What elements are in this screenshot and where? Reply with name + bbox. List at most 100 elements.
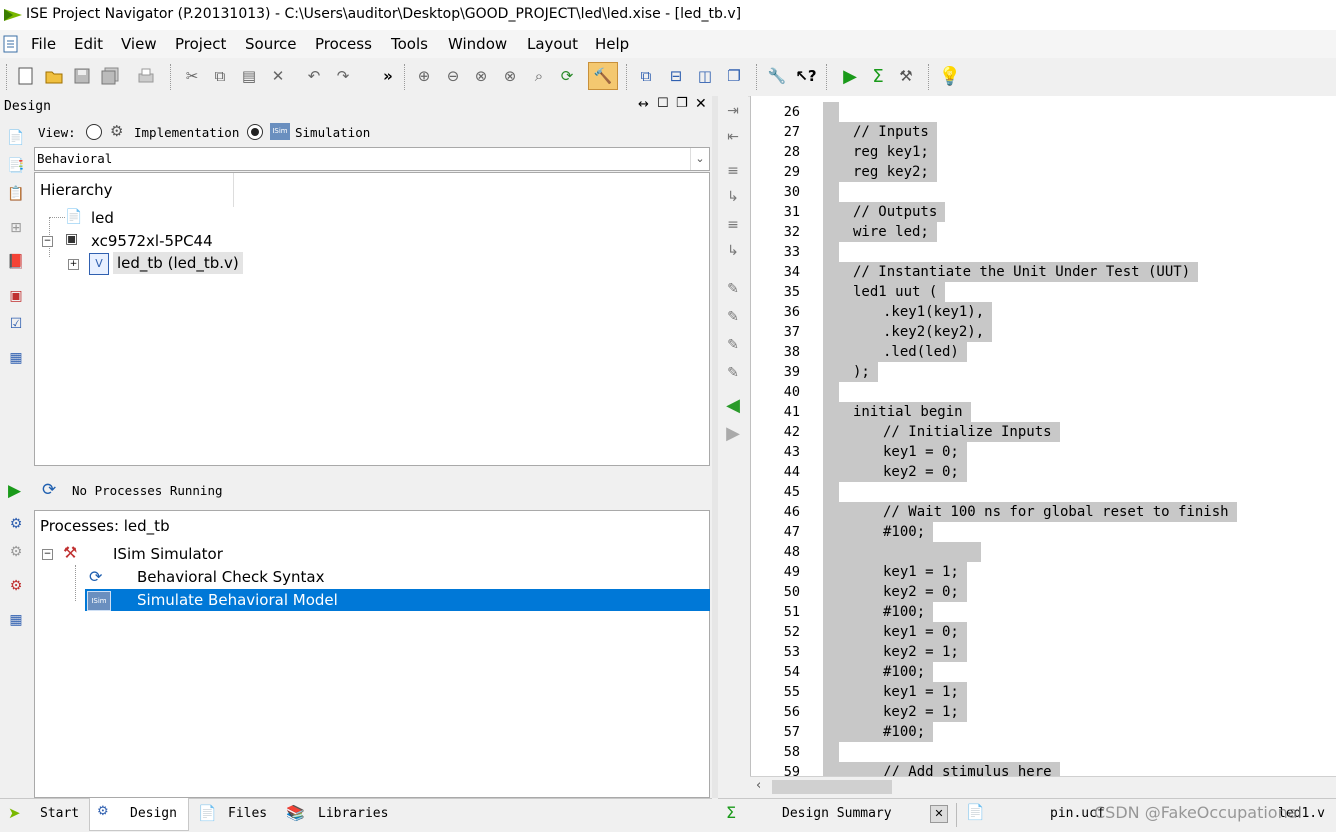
code-line[interactable]: .key2(key2), xyxy=(823,322,993,342)
scroll-left-icon[interactable]: ‹ xyxy=(756,778,761,793)
close-icon[interactable]: ✕ xyxy=(695,96,707,112)
menu-view[interactable]: View xyxy=(121,35,157,53)
float-window-icon[interactable]: ❐ xyxy=(724,66,744,86)
code-line[interactable]: key1 = 1; xyxy=(823,682,967,702)
process-panel-icon[interactable]: ▦ xyxy=(6,610,26,630)
save-icon[interactable] xyxy=(72,66,92,86)
tab-files[interactable]: 📄 Files xyxy=(192,799,278,831)
comment-icon[interactable]: ≡ xyxy=(722,160,744,182)
view-mode-select[interactable]: Behavioral ⌄ xyxy=(34,147,710,171)
maximize-icon[interactable]: ☐ xyxy=(657,96,669,111)
code-line[interactable]: wire led; xyxy=(823,222,937,242)
sigma-icon[interactable]: Σ xyxy=(868,66,888,87)
document-menu-icon[interactable] xyxy=(3,35,19,53)
menu-process[interactable]: Process xyxy=(315,35,372,53)
bookmark-prev-icon[interactable]: ✎ xyxy=(722,334,744,356)
run-process-icon[interactable]: ▶ xyxy=(8,481,21,501)
print-icon[interactable] xyxy=(136,66,156,86)
indent-icon[interactable]: ⇥ xyxy=(722,100,744,122)
horizontal-scrollbar[interactable]: ‹ xyxy=(750,776,1336,797)
comment-block-icon[interactable]: ≡ xyxy=(722,214,744,236)
overflow-icon[interactable]: » xyxy=(378,66,398,86)
undo-icon[interactable]: ↶ xyxy=(304,66,324,86)
zoom-select-icon[interactable]: ⌕ xyxy=(529,66,549,86)
code-line[interactable]: key2 = 0; xyxy=(823,462,967,482)
process-check-syntax[interactable]: Behavioral Check Syntax xyxy=(137,568,325,586)
code-line[interactable] xyxy=(823,102,839,122)
tree-item-device[interactable]: xc9572xl-5PC44 xyxy=(91,232,213,250)
hierarchy-icon[interactable]: ⊞ xyxy=(6,218,26,238)
cut-icon[interactable]: ✂ xyxy=(182,66,202,86)
add-copy-source-icon[interactable]: 📋 xyxy=(6,184,26,204)
code-line[interactable]: .led(led) xyxy=(823,342,967,362)
go-forward-icon[interactable]: ▶ xyxy=(722,422,744,444)
tree-item-led[interactable]: led xyxy=(91,209,114,227)
code-line[interactable]: .key1(key1), xyxy=(823,302,993,322)
remove-source-icon[interactable]: 📕 xyxy=(6,252,26,272)
code-line[interactable]: #100; xyxy=(823,522,934,542)
code-line[interactable]: key2 = 0; xyxy=(823,582,967,602)
paste-icon[interactable]: ▤ xyxy=(239,66,259,86)
code-line[interactable] xyxy=(823,182,839,202)
outdent-icon[interactable]: ⇤ xyxy=(722,126,744,148)
collapse-icon[interactable]: − xyxy=(42,236,53,247)
new-source-icon[interactable]: 📄 xyxy=(6,128,26,148)
probe-icon[interactable]: ⚒ xyxy=(896,66,916,86)
code-line[interactable]: key2 = 1; xyxy=(823,642,967,662)
menu-layout[interactable]: Layout xyxy=(527,35,578,53)
code-line[interactable]: // Instantiate the Unit Under Test (UUT) xyxy=(823,262,1199,282)
process-check-icon[interactable]: ⚙ xyxy=(6,576,26,596)
code-line[interactable]: reg key2; xyxy=(823,162,937,182)
lightbulb-icon[interactable]: 💡 xyxy=(939,66,961,87)
panel-layout-icon[interactable]: ▦ xyxy=(6,348,26,368)
properties-icon[interactable]: ▣ xyxy=(6,286,26,306)
code-line[interactable]: #100; xyxy=(823,602,934,622)
chevron-down-icon[interactable]: ⌄ xyxy=(690,148,709,170)
uncomment-icon[interactable]: ↳ xyxy=(722,186,744,208)
menu-project[interactable]: Project xyxy=(175,35,226,53)
scroll-thumb[interactable] xyxy=(772,780,892,794)
code-line[interactable]: ); xyxy=(823,362,878,382)
process-options-icon[interactable]: ⚙ xyxy=(6,542,26,562)
process-properties-icon[interactable]: ⚙ xyxy=(6,514,26,534)
copy-icon[interactable]: ⧉ xyxy=(210,66,230,86)
save-all-icon[interactable] xyxy=(100,66,120,86)
code-line[interactable] xyxy=(823,742,839,762)
simulation-radio[interactable] xyxy=(247,124,263,140)
tile-vertical-icon[interactable]: ◫ xyxy=(695,66,715,86)
uncomment-block-icon[interactable]: ↳ xyxy=(722,240,744,262)
hammer-icon[interactable]: 🔨 xyxy=(588,62,618,90)
tab-libraries[interactable]: 📚 Libraries xyxy=(282,799,402,831)
resize-icon[interactable]: ↔ xyxy=(638,97,649,112)
menu-help[interactable]: Help xyxy=(595,35,629,53)
code-line[interactable]: // Initialize Inputs xyxy=(823,422,1060,442)
tab-design-summary[interactable]: Design Summary xyxy=(782,806,892,821)
code-line[interactable]: // Outputs xyxy=(823,202,946,222)
menu-tools[interactable]: Tools xyxy=(391,35,428,53)
code-line[interactable]: reg key1; xyxy=(823,142,937,162)
process-simulate-behavioral[interactable]: Simulate Behavioral Model xyxy=(137,591,338,609)
selected-process-row[interactable]: ISim Simulate Behavioral Model xyxy=(85,589,710,611)
tile-horizontal-icon[interactable]: ⊟ xyxy=(666,66,686,86)
code-line[interactable]: key1 = 0; xyxy=(823,622,967,642)
wrench-icon[interactable]: 🔧 xyxy=(767,66,787,86)
help-cursor-icon[interactable]: ↖? xyxy=(795,66,816,86)
expand-icon[interactable]: + xyxy=(68,259,79,270)
bookmark-next-icon[interactable]: ✎ xyxy=(722,306,744,328)
code-line[interactable]: initial begin xyxy=(823,402,971,422)
code-line[interactable] xyxy=(823,382,839,402)
checklist-icon[interactable]: ☑ xyxy=(6,314,26,334)
tab-start[interactable]: ➤ Start xyxy=(0,799,88,831)
code-line[interactable]: // Inputs xyxy=(823,122,937,142)
collapse-icon[interactable]: − xyxy=(42,549,53,560)
code-line[interactable]: // Wait 100 ns for global reset to finis… xyxy=(823,502,1237,522)
close-tab-icon[interactable]: ✕ xyxy=(930,805,948,823)
zoom-in-icon[interactable]: ⊕ xyxy=(414,66,434,86)
open-icon[interactable] xyxy=(44,66,64,86)
delete-icon[interactable]: ✕ xyxy=(268,66,288,86)
rerun-icon[interactable]: ⟳ xyxy=(42,480,56,500)
refresh-icon[interactable]: ⟳ xyxy=(557,66,577,86)
tab-design[interactable]: ⚙ Design xyxy=(89,798,189,831)
bookmark-icon[interactable]: ✎ xyxy=(722,278,744,300)
code-line[interactable]: key2 = 1; xyxy=(823,702,967,722)
